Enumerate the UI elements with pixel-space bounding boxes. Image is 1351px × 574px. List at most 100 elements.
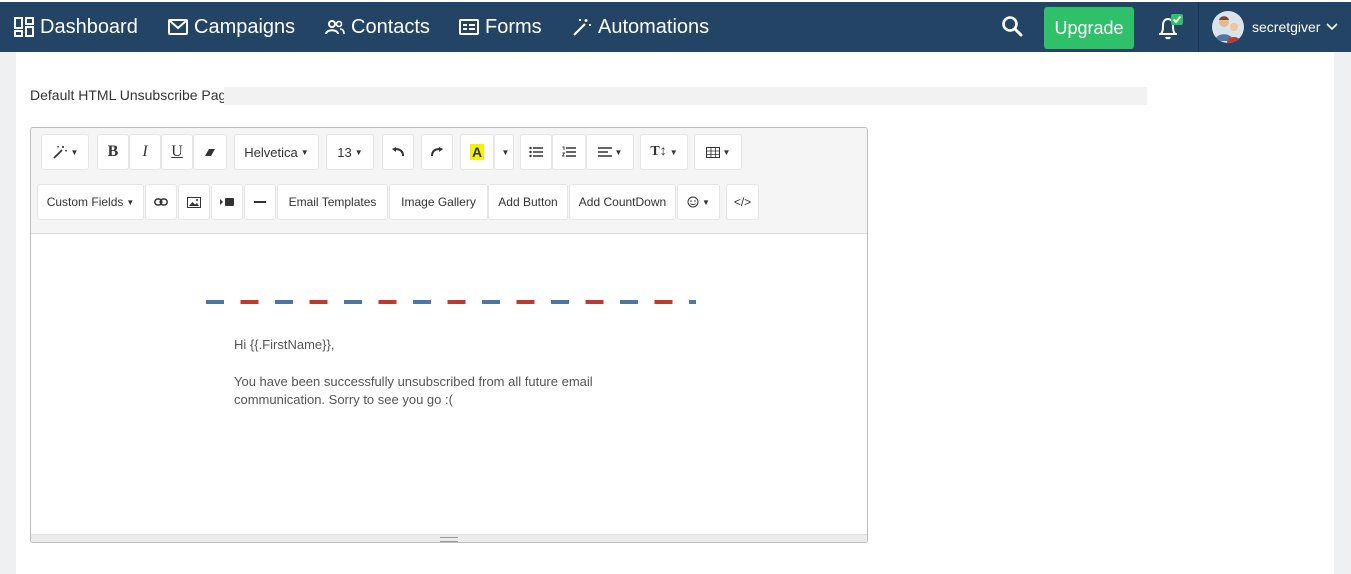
form-icon [459,19,479,35]
numbered-list-icon [562,146,576,157]
highlight-a-icon: A [469,144,485,160]
line-height-dropdown[interactable]: T↕ ▼ [640,134,688,170]
caret-icon: ▼ [614,147,623,157]
underline-button[interactable]: U [161,134,193,170]
align-dropdown[interactable]: ▼ [586,134,634,170]
custom-fields-dropdown[interactable]: Custom Fields ▼ [37,184,144,220]
image-icon [187,196,201,208]
bullet-list-icon [529,146,543,158]
italic-button[interactable]: I [129,134,161,170]
nav-divider [1198,2,1199,52]
users-icon [325,20,345,35]
email-message: You have been successfully unsubscribed … [234,374,593,407]
caret-icon: ▼ [669,147,678,157]
airmail-stripe-segment [482,300,500,304]
insert-video-button[interactable] [211,184,243,220]
align-left-icon [597,147,612,157]
nav-automations-label: Automations [598,15,710,38]
add-button-button[interactable]: Add Button [488,184,568,220]
notification-bell-icon[interactable] [1154,12,1184,42]
resize-grip-icon [440,537,458,542]
magic-style-button[interactable]: ▼ [41,134,89,170]
emoji-dropdown[interactable]: ▼ [677,184,720,220]
caret-icon: ▼ [70,147,79,157]
nav-dashboard[interactable]: Dashboard [14,2,138,52]
nav-campaigns[interactable]: Campaigns [168,2,295,52]
search-icon[interactable] [1000,14,1024,38]
airmail-stripe-segment [378,300,397,304]
link-icon [154,198,168,206]
editor-resize-bar[interactable] [31,534,867,542]
caret-icon: ▼ [501,147,510,157]
horizontal-rule-button[interactable] [244,184,276,220]
nav-forms[interactable]: Forms [459,2,542,52]
airmail-stripe-segment [585,300,604,304]
insert-link-button[interactable] [145,184,177,220]
editor-toolbar: ▼ B I U Helvetica ▼ 13 ▼ A ▼ ▼ T↕ ▼ ▼ Cu… [31,128,867,234]
nav-contacts-label: Contacts [351,15,430,38]
page-label: Default HTML Unsubscribe Page [30,87,235,103]
envelope-icon [168,19,188,35]
airmail-stripe-segment [654,300,673,304]
editor-content-area[interactable]: Hi {{.FirstName}}, You have been success… [31,234,867,534]
bold-button[interactable]: B [97,134,129,170]
eraser-button[interactable] [193,134,227,170]
video-icon [220,198,234,206]
text-color-button[interactable]: A [460,134,494,170]
airmail-stripe-segment [344,300,362,304]
airmail-stripe-segment [309,300,328,304]
user-menu[interactable]: secretgiver [1212,10,1339,44]
nav-campaigns-label: Campaigns [194,15,296,38]
airmail-stripe-segment [413,300,431,304]
airmail-stripe-segment [275,300,293,304]
nav-forms-label: Forms [485,15,542,38]
font-family-dropdown[interactable]: Helvetica ▼ [234,134,319,170]
top-navbar: Dashboard Campaigns Contacts Forms Autom… [0,0,1351,52]
username: secretgiver [1252,19,1321,35]
undo-icon [392,147,404,157]
eraser-icon [205,149,215,156]
line-height-icon: T↕ [650,144,667,159]
custom-fields-label: Custom Fields [46,195,124,209]
numbered-list-button[interactable] [552,134,586,170]
table-icon [705,146,720,158]
airmail-stripe-segment [620,300,638,304]
text-color-dropdown[interactable]: ▼ [494,134,514,170]
font-size-value: 13 [337,144,352,160]
add-countdown-button[interactable]: Add CountDown [569,184,676,220]
magic-wand-icon [573,19,591,36]
email-greeting: Hi {{.FirstName}}, [234,337,335,352]
avatar [1212,11,1244,43]
caret-icon: ▼ [354,147,363,157]
chevron-down-icon [1326,23,1339,31]
undo-button[interactable] [382,134,414,170]
airmail-border-stripe [206,300,696,304]
airmail-stripe-segment [447,300,466,304]
rich-text-editor: ▼ B I U Helvetica ▼ 13 ▼ A ▼ ▼ T↕ ▼ ▼ Cu… [30,127,868,543]
airmail-stripe-segment [689,300,696,304]
nav-dashboard-label: Dashboard [40,15,138,38]
font-size-dropdown[interactable]: 13 ▼ [326,134,374,170]
dashboard-icon [14,17,34,37]
caret-icon: ▼ [702,197,710,207]
magic-wand-icon [52,146,67,159]
email-templates-button[interactable]: Email Templates [277,184,388,220]
airmail-stripe-segment [551,300,569,304]
airmail-stripe-segment [516,300,535,304]
caret-icon: ▼ [300,147,309,157]
insert-image-button[interactable] [178,184,210,220]
table-dropdown[interactable]: ▼ [694,134,742,170]
bullet-list-button[interactable] [520,134,552,170]
nav-contacts[interactable]: Contacts [325,2,430,52]
airmail-stripe-segment [240,300,259,304]
caret-icon: ▼ [722,147,731,157]
upgrade-button[interactable]: Upgrade [1044,7,1134,49]
caret-icon: ▼ [126,197,135,207]
unsubscribe-page-input[interactable] [224,87,1147,105]
code-view-button[interactable]: </> [726,184,759,220]
smiley-icon [687,196,699,208]
image-gallery-button[interactable]: Image Gallery [389,184,488,220]
nav-automations[interactable]: Automations [572,2,709,52]
redo-button[interactable] [421,134,453,170]
redo-icon [431,147,443,157]
